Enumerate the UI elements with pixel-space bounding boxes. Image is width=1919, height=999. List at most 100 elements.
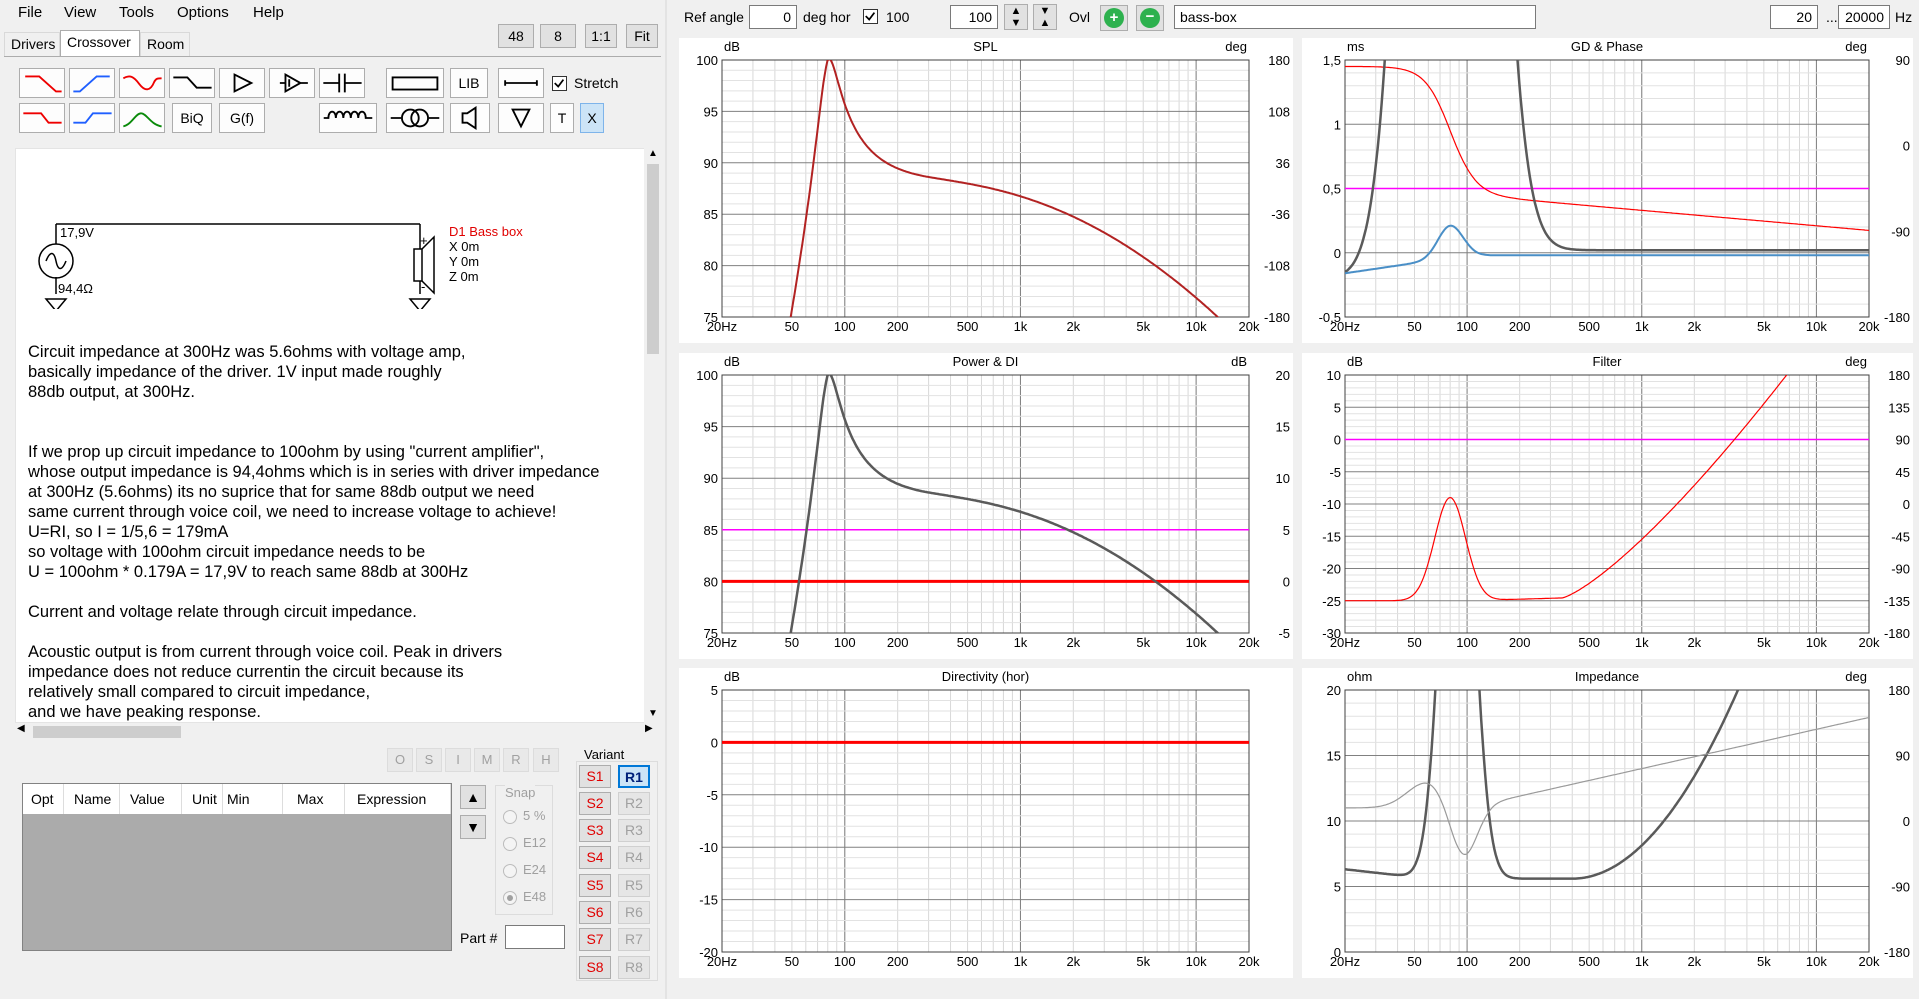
- biquad-button[interactable]: BiQ: [172, 103, 212, 133]
- spl-range-icon[interactable]: ▼ ▲: [1033, 4, 1057, 30]
- variant-s7-button[interactable]: S7: [579, 928, 611, 951]
- part-input[interactable]: [505, 925, 565, 949]
- y-tick-label: 0: [1334, 433, 1341, 448]
- freq-min-input[interactable]: 20: [1770, 5, 1818, 29]
- variant-r5-button[interactable]: R5: [618, 874, 650, 897]
- x-button[interactable]: X: [580, 103, 604, 133]
- power-di-plot[interactable]: 100 95 90 85 80 75 20 15 10 5 0 -5 20Hz 50 100 200 500 1k…: [679, 353, 1293, 659]
- hscroll-thumb[interactable]: [33, 726, 181, 738]
- scroll-down-icon[interactable]: ▼: [648, 708, 658, 719]
- variant-s4-button[interactable]: S4: [579, 846, 611, 869]
- inductor-icon[interactable]: [319, 103, 377, 133]
- snap-e12-radio[interactable]: E12: [503, 835, 546, 851]
- remove-overlay-icon[interactable]: −: [1136, 5, 1164, 31]
- menu-help[interactable]: Help: [253, 4, 284, 21]
- variant-r6-button[interactable]: R6: [618, 901, 650, 924]
- tab-crossover[interactable]: Crossover: [60, 30, 140, 56]
- variant-r1-button[interactable]: R1: [618, 765, 650, 788]
- spl-max-input[interactable]: 100: [950, 5, 998, 29]
- highpass-2-filter-icon[interactable]: [69, 103, 115, 133]
- lowpass-filter-icon[interactable]: [19, 68, 65, 98]
- scroll-thumb[interactable]: [647, 164, 659, 354]
- filter-plot[interactable]: 10 5 0 -5 -10 -15 -20 -25 -30 180 135 90 45 0 -45 -90 -1…: [1302, 353, 1913, 659]
- wire-icon[interactable]: [498, 68, 544, 98]
- freq-max-input[interactable]: 20000: [1838, 5, 1890, 29]
- opt-h-button[interactable]: H: [533, 748, 559, 772]
- x-tick-label: 2k: [1066, 954, 1080, 969]
- amplifier-icon[interactable]: [219, 68, 265, 98]
- variant-r4-button[interactable]: R4: [618, 846, 650, 869]
- zoom-8-button[interactable]: 8: [540, 24, 576, 48]
- resistor-icon[interactable]: [386, 68, 444, 98]
- transformer-icon[interactable]: [386, 103, 444, 133]
- variant-s6-button[interactable]: S6: [579, 901, 611, 924]
- variant-s5-button[interactable]: S5: [579, 874, 611, 897]
- tab-drivers[interactable]: Drivers: [4, 32, 60, 56]
- y2-tick-label: 180: [1888, 368, 1910, 383]
- scroll-left-icon[interactable]: ◀: [17, 723, 25, 734]
- variant-s1-button[interactable]: S1: [579, 765, 611, 788]
- menu-tools[interactable]: Tools: [119, 4, 154, 21]
- spl-max-checkbox[interactable]: [863, 9, 878, 24]
- ground-icon[interactable]: [498, 103, 544, 133]
- impedance-plot[interactable]: 20 15 10 5 0 180 90 0 -90 -180 20Hz 50 100 200 500 1k 2k…: [1302, 668, 1913, 978]
- t-button[interactable]: T: [550, 103, 574, 133]
- col-unit[interactable]: Unit: [182, 784, 223, 814]
- library-button[interactable]: LIB: [450, 68, 488, 98]
- tab-room[interactable]: Room: [140, 32, 190, 56]
- variant-r8-button[interactable]: R8: [618, 956, 650, 979]
- parameter-table[interactable]: Opt Name Value Unit Min Max Expression: [22, 783, 452, 951]
- snap-e48-radio[interactable]: E48: [503, 889, 546, 905]
- capacitor-icon[interactable]: [319, 68, 365, 98]
- variant-s3-button[interactable]: S3: [579, 819, 611, 842]
- col-min[interactable]: Min: [223, 784, 283, 814]
- lowpass-2-filter-icon[interactable]: [19, 103, 65, 133]
- speaker-icon[interactable]: [450, 103, 490, 133]
- scroll-right-icon[interactable]: ▶: [645, 723, 653, 734]
- variant-s2-button[interactable]: S2: [579, 792, 611, 815]
- buffer-amplifier-icon[interactable]: [269, 68, 315, 98]
- gd-phase-plot[interactable]: 1,5 1 0,5 0 -0,5 90 0 -90 -180 20Hz 50 100 200 500 1k 2…: [1302, 38, 1913, 343]
- directivity-plot[interactable]: 5 0 -5 -10 -15 -20 20Hz 50 100 200 500 1k 2k 5k 10k 20k…: [679, 668, 1293, 978]
- opt-m-button[interactable]: M: [474, 748, 500, 772]
- col-expression[interactable]: Expression: [345, 784, 451, 814]
- snap-5-radio[interactable]: 5 %: [503, 808, 545, 824]
- opt-i-button[interactable]: I: [445, 748, 471, 772]
- note-line: impedance does not reduce currentin the …: [28, 663, 464, 681]
- ref-angle-input[interactable]: 0: [749, 5, 797, 29]
- stretch-checkbox[interactable]: [552, 76, 567, 91]
- col-name[interactable]: Name: [64, 784, 120, 814]
- menu-options[interactable]: Options: [177, 4, 229, 21]
- vertical-scrollbar[interactable]: ▲ ▼: [644, 148, 662, 723]
- menu-view[interactable]: View: [64, 4, 96, 21]
- panel-splitter[interactable]: [665, 0, 667, 999]
- zoom-1-1-button[interactable]: 1:1: [585, 24, 617, 48]
- gf-button[interactable]: G(f): [219, 103, 265, 133]
- bandpass-filter-icon[interactable]: [119, 103, 165, 133]
- move-up-icon[interactable]: ▲: [460, 785, 486, 809]
- horizontal-scrollbar[interactable]: ◀ ▶: [15, 723, 662, 741]
- variant-r3-button[interactable]: R3: [618, 819, 650, 842]
- col-opt[interactable]: Opt: [23, 784, 64, 814]
- variant-r7-button[interactable]: R7: [618, 928, 650, 951]
- move-down-icon[interactable]: ▼: [460, 815, 486, 839]
- zoom-fit-button[interactable]: Fit: [626, 24, 658, 48]
- opt-o-button[interactable]: O: [387, 748, 413, 772]
- highpass-filter-icon[interactable]: [69, 68, 115, 98]
- snap-e24-radio[interactable]: E24: [503, 862, 546, 878]
- spl-plot[interactable]: 100 95 90 85 80 75 180 108 36 -36 -108 -180 20Hz 50 10…: [679, 38, 1293, 343]
- add-overlay-icon[interactable]: +: [1100, 5, 1128, 31]
- variant-s8-button[interactable]: S8: [579, 956, 611, 979]
- menu-file[interactable]: File: [18, 4, 42, 21]
- scroll-up-icon[interactable]: ▲: [648, 148, 658, 159]
- col-max[interactable]: Max: [283, 784, 345, 814]
- spl-stepper-icon[interactable]: ▲ ▼: [1004, 4, 1028, 30]
- opt-r-button[interactable]: R: [503, 748, 529, 772]
- variant-r2-button[interactable]: R2: [618, 792, 650, 815]
- opt-s-button[interactable]: S: [416, 748, 442, 772]
- notch-filter-icon[interactable]: [119, 68, 165, 98]
- project-name-input[interactable]: bass-box: [1174, 5, 1536, 29]
- shelf-filter-icon[interactable]: [169, 68, 215, 98]
- zoom-48-button[interactable]: 48: [498, 24, 534, 48]
- col-value[interactable]: Value: [120, 784, 182, 814]
